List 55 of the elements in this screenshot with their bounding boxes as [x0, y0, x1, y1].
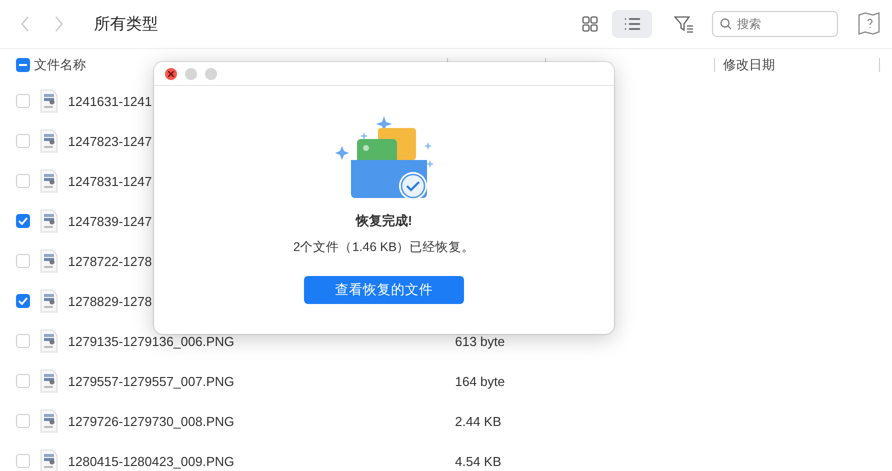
help-book-icon[interactable]	[858, 12, 880, 36]
png-file-icon	[40, 329, 58, 353]
page-title: 所有类型	[94, 14, 159, 34]
dialog-title: 恢复完成!	[356, 212, 412, 230]
list-view-button[interactable]	[612, 10, 652, 38]
minimize-button[interactable]	[185, 68, 197, 80]
png-file-icon	[40, 289, 58, 313]
column-header[interactable]: 文件名称	[34, 56, 86, 74]
checkbox[interactable]	[16, 174, 30, 188]
file-name: 1247831-1247	[68, 174, 152, 188]
search-icon	[720, 18, 732, 30]
search-field[interactable]: 搜索	[712, 11, 838, 37]
checkbox[interactable]	[16, 254, 30, 268]
file-name: 1247823-1247	[68, 134, 152, 148]
file-name: 1247839-1247	[68, 214, 152, 228]
file-name: 1279557-1279557_007.PNG	[68, 374, 234, 388]
file-size: 2.44 KB	[455, 414, 502, 428]
checkbox[interactable]	[16, 334, 30, 348]
checkbox[interactable]	[16, 94, 30, 108]
dialog-message: 2个文件（1.46 KB）已经恢复。	[293, 239, 475, 256]
png-file-icon	[40, 409, 58, 433]
file-name: 1279726-1279730_008.PNG	[68, 414, 234, 428]
png-file-icon	[40, 209, 58, 233]
grid-icon	[581, 15, 599, 33]
checkbox[interactable]	[16, 454, 30, 468]
file-name: 1278722-1278	[68, 254, 152, 268]
file-size: 613 byte	[455, 334, 505, 348]
png-file-icon	[40, 129, 58, 153]
forward-icon[interactable]	[54, 16, 64, 32]
close-button[interactable]	[165, 68, 177, 80]
png-file-icon	[40, 249, 58, 273]
png-file-icon	[40, 369, 58, 393]
png-file-icon	[40, 169, 58, 193]
checkbox[interactable]	[16, 214, 30, 228]
check-icon	[18, 217, 28, 225]
file-size: 164 byte	[455, 374, 505, 388]
zoom-button[interactable]	[205, 68, 217, 80]
png-file-icon	[40, 89, 58, 113]
checkbox[interactable]	[16, 294, 30, 308]
file-name: 1279135-1279136_006.PNG	[68, 334, 234, 348]
file-size: 4.54 KB	[455, 454, 502, 468]
file-name: 1280415-1280423_009.PNG	[68, 454, 234, 468]
check-icon	[18, 297, 28, 305]
list-icon	[623, 15, 641, 33]
column-header[interactable]: 修改日期	[723, 56, 775, 74]
file-name: 1241631-1241	[68, 94, 152, 108]
file-name: 1278829-1278	[68, 294, 152, 308]
checkbox[interactable]	[16, 374, 30, 388]
back-icon[interactable]	[20, 16, 30, 32]
select-all-checkbox[interactable]	[16, 58, 30, 72]
minus-icon	[19, 64, 27, 66]
filter-icon[interactable]	[674, 15, 694, 33]
checkbox[interactable]	[16, 414, 30, 428]
checkbox[interactable]	[16, 134, 30, 148]
view-recovered-files-button[interactable]: 查看恢复的文件	[304, 276, 464, 304]
